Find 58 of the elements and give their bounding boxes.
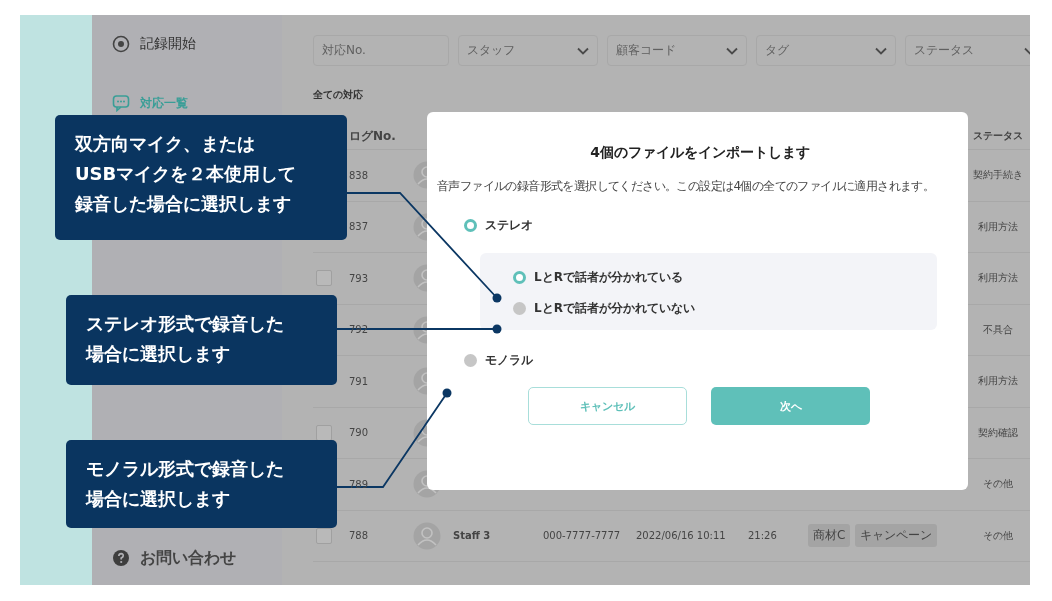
table-cell-text: 契約確認 bbox=[977, 425, 1019, 440]
filter-dropdown[interactable]: 顧客コード bbox=[607, 35, 747, 66]
tag: 商材C bbox=[808, 524, 851, 548]
chevron-down-icon bbox=[875, 46, 887, 55]
callout-text: 場合に選択します bbox=[86, 342, 230, 366]
table-cell-text: 利用方法 bbox=[977, 271, 1019, 286]
table-cell-text: その他 bbox=[982, 477, 1014, 492]
checkbox[interactable] bbox=[316, 424, 332, 441]
section-title: 全ての対応 bbox=[313, 88, 364, 102]
tag: キャンペーン bbox=[855, 524, 938, 548]
chevron-down-icon bbox=[726, 46, 738, 55]
radio-button[interactable] bbox=[464, 218, 477, 232]
eye-icon bbox=[112, 35, 130, 53]
callout-text: USBマイクを２本使用して bbox=[75, 162, 297, 186]
table-cell-text: その他 bbox=[982, 528, 1014, 543]
nav-item[interactable]: 記録開始 bbox=[92, 15, 282, 73]
avatar-icon bbox=[413, 521, 441, 550]
column-header: ステータス bbox=[972, 129, 1024, 143]
table-cell-text: 793 bbox=[349, 272, 370, 284]
chat-icon bbox=[112, 94, 130, 112]
table-cell-text: 838 bbox=[349, 169, 370, 181]
radio-button[interactable] bbox=[513, 270, 526, 284]
table-cell-text: 790 bbox=[349, 427, 370, 439]
table-cell-text: Staff 3 bbox=[453, 530, 492, 542]
table-cell-text: 利用方法 bbox=[977, 374, 1019, 389]
chevron-down-icon bbox=[577, 46, 589, 55]
table-cell-text: 21:26 bbox=[748, 530, 778, 542]
option-label: LとRで話者が分かれていない bbox=[534, 299, 695, 317]
dialog-title: 4個のファイルをインポートします bbox=[589, 144, 811, 162]
table-cell-text: 837 bbox=[349, 221, 370, 233]
option-label: ステレオ bbox=[485, 216, 533, 234]
option-label: モノラル bbox=[485, 351, 533, 369]
filter-dropdown[interactable]: スタッフ bbox=[458, 35, 598, 66]
table-cell-text: 791 bbox=[349, 375, 370, 387]
filter-dropdown[interactable]: ステータス bbox=[905, 35, 1030, 66]
next-button[interactable]: 次へ bbox=[711, 387, 870, 425]
help-icon bbox=[112, 549, 130, 567]
callout-text: 録音した場合に選択します bbox=[75, 192, 291, 216]
dialog-description: 音声ファイルの録音形式を選択してください。この設定は4個の全てのファイルに適用されます。 bbox=[437, 178, 936, 195]
radio-button[interactable] bbox=[513, 301, 526, 315]
cancel-button[interactable]: キャンセル bbox=[528, 387, 687, 425]
callout-text: 場合に選択します bbox=[86, 487, 230, 511]
table-cell-text: 不具合 bbox=[982, 322, 1014, 337]
filter-dropdown[interactable]: タグ bbox=[756, 35, 896, 66]
column-header: ログNo. bbox=[349, 127, 397, 145]
callout-text: 双方向マイク、または bbox=[75, 132, 255, 156]
table-cell-text: 契約手続き bbox=[972, 168, 1024, 183]
table-cell-text: 788 bbox=[349, 530, 370, 542]
table-cell-text: 2022/06/16 10:11 bbox=[636, 530, 727, 542]
callout-text: ステレオ形式で録音した bbox=[86, 312, 284, 336]
option-label: LとRで話者が分かれている bbox=[534, 268, 683, 286]
filter-field[interactable]: 対応No. bbox=[313, 35, 449, 66]
table-cell-text: 000-7777-7777 bbox=[543, 530, 622, 542]
table-cell-text: 利用方法 bbox=[977, 219, 1019, 234]
radio-button[interactable] bbox=[464, 353, 477, 367]
nav-item[interactable]: お問い合わせ bbox=[92, 543, 282, 573]
checkbox[interactable] bbox=[316, 270, 332, 287]
callout-text: モノラル形式で録音した bbox=[86, 457, 284, 481]
